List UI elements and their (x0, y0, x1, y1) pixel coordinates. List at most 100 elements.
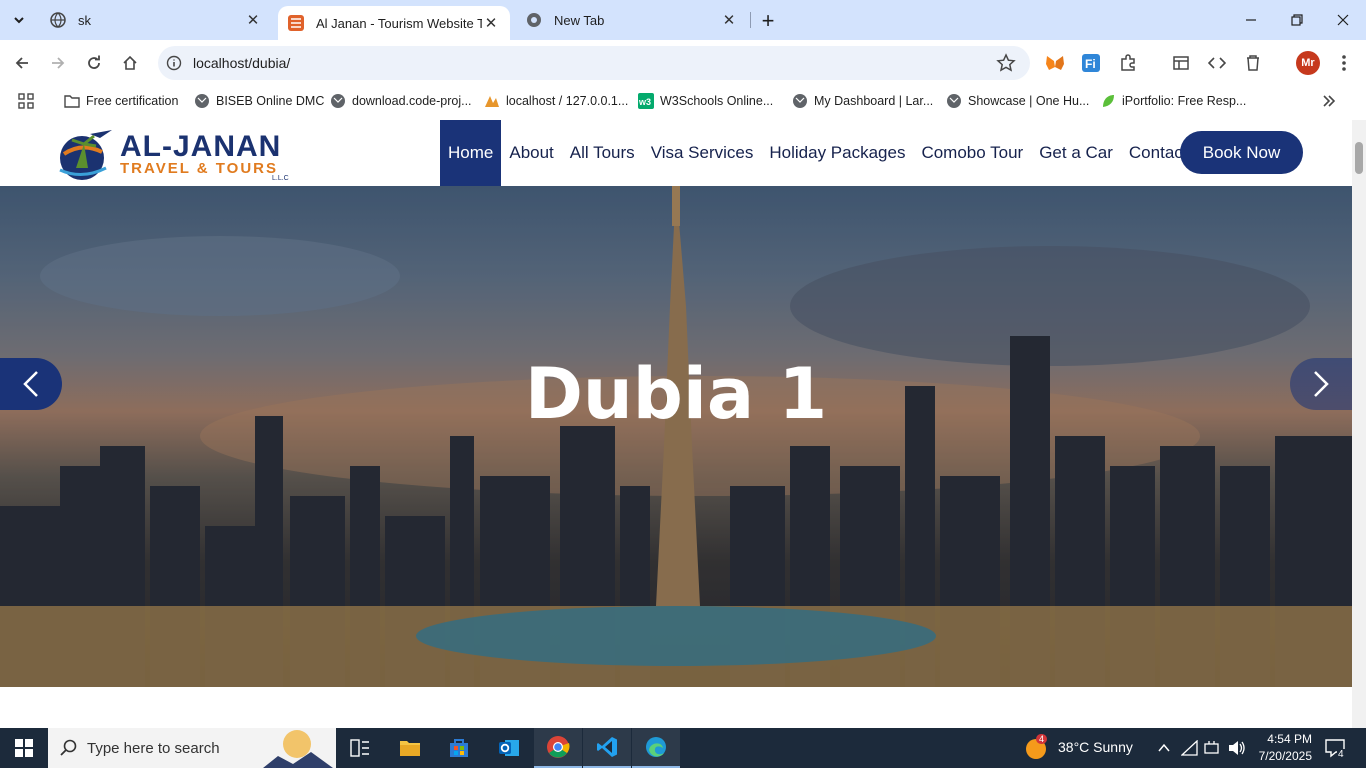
chrome-taskbar-button[interactable] (534, 728, 582, 768)
nav-all-tours[interactable]: All Tours (562, 120, 643, 186)
taskbar-search[interactable]: Type here to search (48, 728, 336, 768)
bookmark-item[interactable]: My Dashboard | Lar... (792, 91, 933, 111)
chrome-icon (547, 736, 570, 758)
hero-slider: Dubia 1 (0, 186, 1352, 687)
nav-home[interactable]: Home (440, 120, 502, 186)
forward-button[interactable] (44, 49, 72, 77)
browser-toolbar: localhost/dubia/ Fi (0, 40, 1366, 86)
file-explorer-button[interactable] (386, 728, 434, 768)
logo-globe-icon (59, 130, 112, 180)
tab-strip: sk ✕ Al Janan - Tourism Website Template… (0, 0, 1366, 40)
info-icon[interactable] (166, 55, 182, 71)
chevron-double-right-icon (1323, 95, 1336, 107)
back-button[interactable] (8, 49, 36, 77)
notifications-count: 4 (1337, 749, 1345, 760)
tab-layout-icon[interactable] (1170, 52, 1192, 74)
new-tab-button[interactable]: + (756, 8, 780, 33)
home-icon (123, 55, 137, 70)
weather-text[interactable]: 38°C Sunny (1058, 739, 1133, 755)
bookmark-item[interactable]: w3 W3Schools Online... (638, 91, 773, 111)
svg-text:Fi: Fi (1085, 57, 1096, 71)
tab-al-janan[interactable]: Al Janan - Tourism Website Template ✕ (278, 6, 510, 40)
bookmark-label: W3Schools Online... (660, 94, 774, 108)
site-header: AL-JANAN TRAVEL & TOURS L.L.C Home About… (0, 120, 1352, 186)
store-button[interactable] (435, 728, 483, 768)
nav-combo-tour[interactable]: Comobo Tour (913, 120, 1031, 186)
home-button[interactable] (116, 49, 144, 77)
leaf-icon (1103, 95, 1114, 107)
task-view-button[interactable] (336, 728, 384, 768)
nav-visa-services[interactable]: Visa Services (643, 120, 762, 186)
extensions-puzzle-icon[interactable] (1117, 52, 1139, 74)
reload-icon (88, 55, 100, 69)
tab-separator (750, 12, 751, 28)
tab-title: New Tab (554, 12, 605, 28)
windows-logo-icon (15, 739, 33, 757)
svg-text:w3: w3 (638, 97, 651, 107)
site-logo[interactable]: AL-JANAN TRAVEL & TOURS L.L.C (54, 124, 304, 184)
start-button[interactable] (0, 728, 48, 768)
bookmark-label: iPortfolio: Free Resp... (1122, 94, 1247, 108)
hero-title: Dubia 1 (524, 353, 828, 435)
restore-button[interactable] (1274, 0, 1320, 40)
outlook-button[interactable] (485, 728, 533, 768)
arrow-right-icon (52, 57, 65, 69)
nav-holiday-packages[interactable]: Holiday Packages (761, 120, 913, 186)
profile-avatar[interactable]: Mr (1296, 51, 1320, 75)
slider-next-button[interactable] (1290, 358, 1352, 410)
slider-prev-button[interactable] (0, 358, 62, 410)
page-scrollbar[interactable] (1352, 120, 1366, 728)
bookmark-item[interactable]: Showcase | One Hu... (946, 91, 1089, 111)
tab-title: Al Janan - Tourism Website Template (316, 15, 482, 31)
bookmark-item[interactable]: download.code-proj... (330, 91, 472, 111)
bookmark-label: download.code-proj... (352, 94, 472, 108)
clock-time: 4:54 PM (1267, 732, 1312, 746)
bookmark-item[interactable]: BISEB Online DMC (194, 91, 324, 111)
system-clock[interactable]: 4:54 PM 7/20/2025 (1248, 731, 1312, 765)
metamask-extension-icon[interactable] (1044, 52, 1066, 74)
menu-kebab-icon[interactable] (1333, 52, 1355, 74)
globe-icon (331, 94, 345, 108)
hero-overlay (0, 186, 1352, 687)
star-icon[interactable] (996, 53, 1016, 73)
task-view-icon (350, 739, 369, 757)
phpmyadmin-icon (485, 96, 499, 107)
close-icon[interactable]: ✕ (244, 11, 262, 29)
nav-about[interactable]: About (501, 120, 561, 186)
bookmark-item[interactable]: Free certification (64, 91, 178, 111)
scrollbar-thumb[interactable] (1355, 142, 1363, 174)
vscode-taskbar-button[interactable] (583, 728, 631, 768)
battery-icon[interactable] (1203, 740, 1221, 756)
tab-sk[interactable]: sk ✕ (40, 0, 272, 40)
volume-icon[interactable] (1228, 740, 1246, 756)
network-icon[interactable] (1181, 740, 1199, 756)
fonts-extension-icon[interactable]: Fi (1080, 52, 1102, 74)
minimize-button[interactable] (1228, 0, 1274, 40)
address-bar[interactable]: localhost/dubia/ (158, 46, 1030, 80)
close-window-button[interactable] (1320, 0, 1366, 40)
edge-taskbar-button[interactable] (632, 728, 680, 768)
bookmark-item[interactable]: iPortfolio: Free Resp... (1100, 91, 1246, 111)
chevron-up-icon[interactable] (1157, 741, 1171, 755)
outlook-icon (499, 740, 519, 756)
more-bookmarks-button[interactable] (1322, 91, 1336, 111)
trash-icon[interactable] (1242, 52, 1264, 74)
tab-search-button[interactable] (6, 7, 32, 33)
bookmark-label: Showcase | One Hu... (968, 94, 1090, 108)
close-icon[interactable]: ✕ (482, 14, 500, 32)
globe-icon (947, 94, 961, 108)
bookmark-item[interactable]: localhost / 127.0.0.1... (484, 91, 628, 111)
globe-icon (793, 94, 807, 108)
apps-grid-icon (18, 93, 34, 109)
tab-new-tab[interactable]: New Tab ✕ (516, 0, 748, 40)
clock-date: 7/20/2025 (1258, 749, 1312, 763)
apps-grid-button[interactable] (18, 91, 34, 111)
book-now-button[interactable]: Book Now (1180, 131, 1303, 174)
main-nav: Home About All Tours Visa Services Holid… (440, 120, 1196, 186)
close-icon[interactable]: ✕ (720, 11, 738, 29)
reload-button[interactable] (80, 49, 108, 77)
code-icon[interactable] (1206, 52, 1228, 74)
search-highlight-icon (263, 730, 333, 768)
nav-get-a-car[interactable]: Get a Car (1031, 120, 1121, 186)
url-text[interactable]: localhost/dubia/ (193, 55, 290, 71)
